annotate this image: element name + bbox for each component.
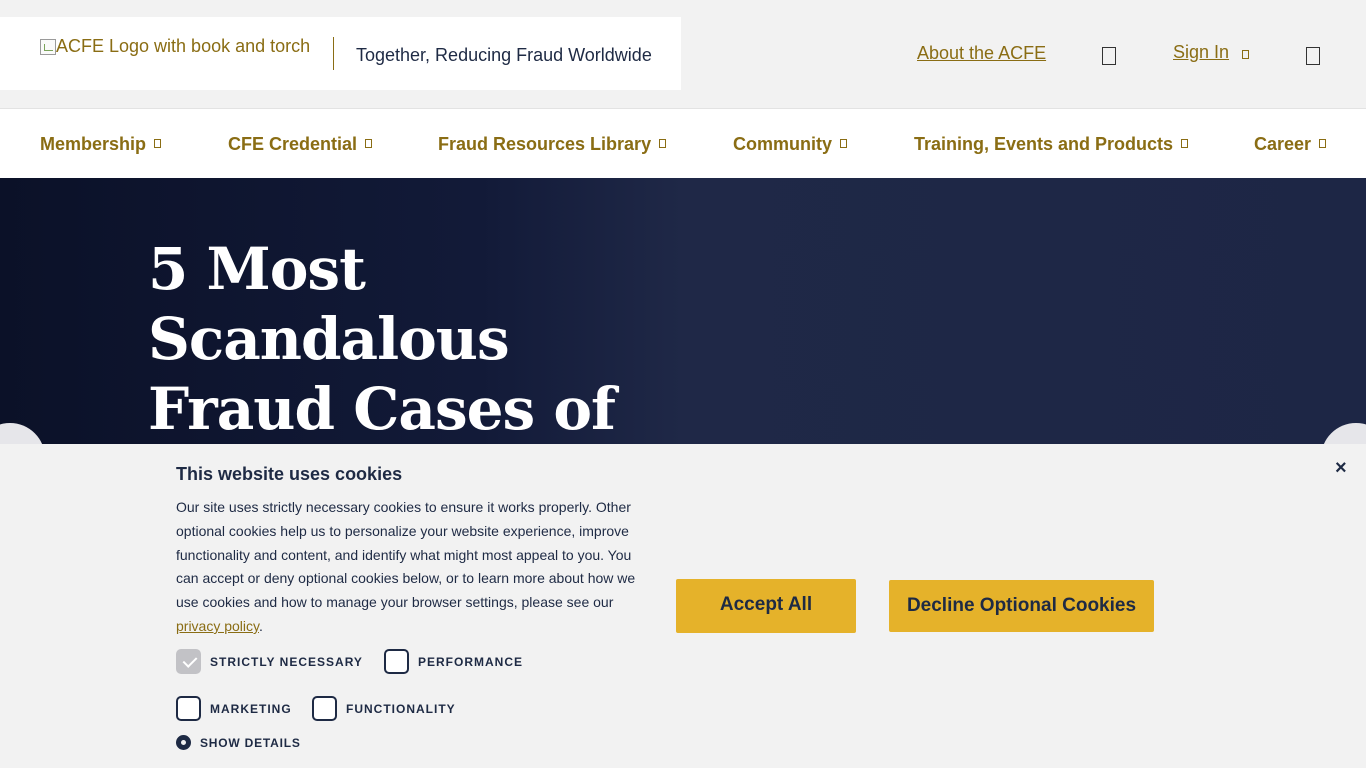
chevron-down-icon xyxy=(659,139,667,148)
chevron-down-icon xyxy=(840,139,847,148)
checkbox-label: FUNCTIONALITY xyxy=(346,701,456,716)
nav-training-events-products[interactable]: Training, Events and Products xyxy=(914,134,1189,155)
chevron-down-icon xyxy=(1181,139,1189,148)
checkbox-box xyxy=(176,696,201,721)
logo-alt-text: ACFE Logo with book and torch xyxy=(56,36,311,56)
cookie-banner: This website uses cookies Our site uses … xyxy=(0,444,1366,768)
show-details-toggle[interactable]: SHOW DETAILS xyxy=(176,735,301,750)
nav-fraud-resources-library[interactable]: Fraud Resources Library xyxy=(438,134,667,155)
carousel-prev-button[interactable] xyxy=(0,423,45,444)
carousel-next-button[interactable] xyxy=(1321,423,1366,444)
privacy-policy-link[interactable]: privacy policy xyxy=(176,618,259,634)
gear-icon xyxy=(176,735,191,750)
decline-optional-cookies-button[interactable]: Decline Optional Cookies xyxy=(889,580,1154,632)
close-icon[interactable]: × xyxy=(1335,457,1347,480)
top-header: ACFE Logo with book and torch Together, … xyxy=(0,0,1366,108)
chevron-down-icon xyxy=(154,139,162,148)
checkbox-marketing[interactable]: MARKETING xyxy=(176,696,292,721)
chevron-down-icon xyxy=(365,139,373,148)
checkbox-box xyxy=(176,649,201,674)
site-logo[interactable]: ACFE Logo with book and torch xyxy=(40,36,310,68)
site-tagline: Together, Reducing Fraud Worldwide xyxy=(356,45,652,65)
chevron-down-icon[interactable] xyxy=(1242,50,1249,59)
nav-fraud-resources-library-label: Fraud Resources Library xyxy=(438,134,652,154)
nav-community-label: Community xyxy=(733,134,832,154)
nav-cfe-credential[interactable]: CFE Credential xyxy=(228,134,373,155)
about-acfe-link[interactable]: About the ACFE xyxy=(917,43,1046,64)
checkbox-box xyxy=(384,649,409,674)
broken-image-icon xyxy=(40,39,56,55)
nav-career[interactable]: Career xyxy=(1254,134,1327,155)
brand-divider xyxy=(333,37,334,70)
show-details-label: SHOW DETAILS xyxy=(200,735,301,750)
hero-banner: 5 Most Scandalous Fraud Cases of 2025 xyxy=(0,178,1366,444)
nav-career-label: Career xyxy=(1254,134,1312,154)
brand-box: ACFE Logo with book and torch Together, … xyxy=(0,17,681,90)
nav-community[interactable]: Community xyxy=(733,134,847,155)
hero-title: 5 Most Scandalous Fraud Cases of 2025 xyxy=(148,235,616,443)
main-nav: Membership CFE Credential Fraud Resource… xyxy=(0,108,1366,178)
search-icon[interactable] xyxy=(1102,47,1116,65)
menu-icon[interactable] xyxy=(1306,47,1320,65)
cookie-title: This website uses cookies xyxy=(176,464,403,484)
sign-in-link[interactable]: Sign In xyxy=(1173,42,1229,63)
checkbox-label: MARKETING xyxy=(210,701,292,716)
checkbox-box xyxy=(312,696,337,721)
nav-membership-label: Membership xyxy=(40,134,147,154)
accept-all-button[interactable]: Accept All xyxy=(676,579,856,633)
cookie-body-end: . xyxy=(259,617,263,634)
nav-training-events-products-label: Training, Events and Products xyxy=(914,134,1174,154)
checkbox-strictly-necessary[interactable]: STRICTLY NECESSARY xyxy=(176,649,363,674)
checkbox-label: PERFORMANCE xyxy=(418,654,524,669)
nav-cfe-credential-label: CFE Credential xyxy=(228,134,358,154)
cookie-body-text: Our site uses strictly necessary cookies… xyxy=(176,499,636,611)
chevron-down-icon xyxy=(1319,139,1327,148)
checkbox-label: STRICTLY NECESSARY xyxy=(210,654,363,669)
checkbox-functionality[interactable]: FUNCTIONALITY xyxy=(312,696,456,721)
cookie-description: Our site uses strictly necessary cookies… xyxy=(176,496,646,639)
checkbox-performance[interactable]: PERFORMANCE xyxy=(384,649,523,674)
nav-membership[interactable]: Membership xyxy=(40,134,162,155)
